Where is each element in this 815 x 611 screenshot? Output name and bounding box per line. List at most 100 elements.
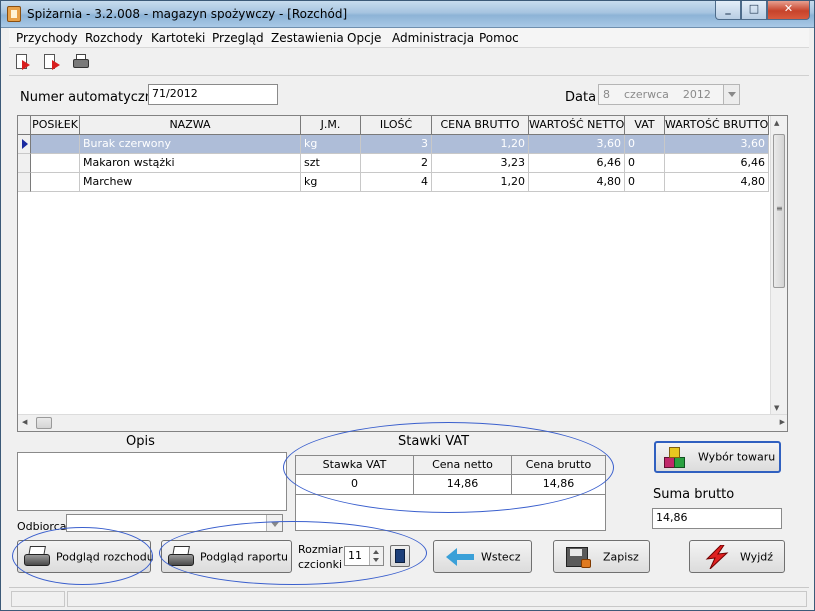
wyjdz-button[interactable]: Wyjdź — [689, 540, 785, 573]
grip-icon: ≡ — [776, 204, 783, 213]
wyjdz-label: Wyjdź — [740, 550, 774, 563]
row-indicator — [18, 173, 31, 192]
menu-zestawienia[interactable]: Zestawienia — [271, 31, 344, 45]
minimize-button[interactable]: _ — [715, 1, 741, 20]
column-wartosc-netto[interactable]: WARTOŚĆ NETTO — [529, 116, 625, 135]
vat-cell-stawka: 0 — [296, 475, 414, 494]
back-arrow-icon — [446, 548, 474, 566]
scroll-down-icon[interactable]: ▼ — [774, 404, 779, 412]
suma-field[interactable]: 14,86 — [652, 508, 782, 529]
date-label: Data — [565, 90, 597, 105]
cell-nazwa[interactable]: Marchew — [80, 173, 301, 192]
cell-wartosc-brutto[interactable]: 3,60 — [665, 135, 769, 154]
cell-cena-brutto[interactable]: 1,20 — [432, 135, 529, 154]
column-vat[interactable]: VAT — [625, 116, 665, 135]
menu-kartoteki[interactable]: Kartoteki — [151, 31, 205, 45]
boxes-icon — [664, 447, 686, 469]
cell-jm[interactable]: kg — [301, 173, 361, 192]
podglad-rozchodu-label: Podgląd rozchodu — [56, 550, 154, 563]
cell-vat[interactable]: 0 — [625, 135, 665, 154]
podglad-raportu-button[interactable]: Podgląd raportu — [161, 540, 292, 573]
cell-posilek[interactable] — [31, 154, 80, 173]
chevron-down-icon[interactable] — [373, 558, 379, 562]
scroll-up-icon[interactable]: ▲ — [774, 119, 779, 127]
close-icon: ✕ — [783, 2, 794, 15]
table-row[interactable]: Burak czerwony kg 3 1,20 3,60 0 3,60 — [18, 135, 769, 154]
date-picker[interactable]: 8 czerwca 2012 — [598, 84, 740, 105]
row-indicator — [18, 154, 31, 173]
export-document-icon[interactable] — [40, 53, 62, 73]
menu-pomoc[interactable]: Pomoc — [479, 31, 519, 45]
horizontal-scrollbar[interactable]: ◀ ▶ — [18, 414, 787, 431]
cell-nazwa[interactable]: Makaron wstążki — [80, 154, 301, 173]
chevron-down-icon[interactable] — [723, 85, 739, 104]
chevron-down-icon[interactable] — [266, 515, 282, 531]
new-document-icon[interactable] — [12, 53, 34, 73]
cell-jm[interactable]: kg — [301, 135, 361, 154]
cell-nazwa[interactable]: Burak czerwony — [80, 135, 301, 154]
wstecz-button[interactable]: Wstecz — [433, 540, 532, 573]
menu-przeglad[interactable]: Przegląd — [212, 31, 264, 45]
column-wartosc-brutto[interactable]: WARTOŚĆ BRUTTO — [665, 116, 769, 135]
cell-wartosc-brutto[interactable]: 4,80 — [665, 173, 769, 192]
cell-wartosc-netto[interactable]: 6,46 — [529, 154, 625, 173]
app-icon[interactable] — [7, 6, 21, 22]
font-size-stepper[interactable]: 11 — [344, 546, 384, 566]
items-grid[interactable]: POSIŁEK NAZWA J.M. ILOŚĆ CENA BRUTTO WAR… — [17, 115, 788, 432]
cell-ilosc[interactable]: 2 — [361, 154, 432, 173]
cell-wartosc-netto[interactable]: 3,60 — [529, 135, 625, 154]
scroll-right-icon[interactable]: ▶ — [780, 418, 785, 426]
vertical-scroll-thumb[interactable]: ≡ — [773, 134, 785, 288]
column-ilosc[interactable]: ILOŚĆ — [361, 116, 432, 135]
menu-przychody[interactable]: Przychody — [16, 31, 78, 45]
horizontal-scroll-thumb[interactable] — [36, 417, 52, 429]
cell-cena-brutto[interactable]: 3,23 — [432, 154, 529, 173]
column-posilek[interactable]: POSIŁEK — [31, 116, 80, 135]
cell-posilek[interactable] — [31, 173, 80, 192]
cell-posilek[interactable] — [31, 135, 80, 154]
cell-vat[interactable]: 0 — [625, 173, 665, 192]
vat-table: Stawka VAT Cena netto Cena brutto 0 14,8… — [295, 455, 606, 495]
menu-administracja[interactable]: Administracja — [392, 31, 474, 45]
podglad-rozchodu-button[interactable]: Podgląd rozchodu — [17, 540, 154, 573]
table-row[interactable]: Makaron wstążki szt 2 3,23 6,46 0 6,46 — [18, 154, 769, 173]
main-window: Spiżarnia - 3.2.008 - magazyn spożywczy … — [0, 0, 815, 611]
cell-ilosc[interactable]: 3 — [361, 135, 432, 154]
cell-wartosc-brutto[interactable]: 6,46 — [665, 154, 769, 173]
cell-cena-brutto[interactable]: 1,20 — [432, 173, 529, 192]
number-field[interactable]: 71/2012 — [148, 84, 278, 105]
column-nazwa[interactable]: NAZWA — [80, 116, 301, 135]
maximize-button[interactable]: □ — [741, 1, 767, 20]
toolbar — [9, 50, 809, 76]
scroll-left-icon[interactable]: ◀ — [22, 418, 27, 426]
opis-field[interactable] — [17, 452, 287, 511]
column-cena-brutto[interactable]: CENA BRUTTO — [432, 116, 529, 135]
wybor-towaru-button[interactable]: Wybór towaru — [654, 441, 781, 473]
grid-header-indicator — [18, 116, 31, 135]
zapisz-button[interactable]: Zapisz — [553, 540, 650, 573]
menu-rozchody[interactable]: Rozchody — [85, 31, 143, 45]
odbiorca-label: Odbiorca — [17, 520, 67, 533]
cell-wartosc-netto[interactable]: 4,80 — [529, 173, 625, 192]
title-bar[interactable]: Spiżarnia - 3.2.008 - magazyn spożywczy … — [1, 1, 814, 28]
row-pointer-icon — [22, 139, 28, 149]
cell-ilosc[interactable]: 4 — [361, 173, 432, 192]
chevron-up-icon[interactable] — [373, 550, 379, 554]
vertical-scrollbar[interactable]: ▲ ≡ ▼ — [770, 116, 787, 415]
table-row[interactable]: Marchew kg 4 1,20 4,80 0 4,80 — [18, 173, 769, 192]
print-icon[interactable] — [70, 53, 92, 73]
suma-label: Suma brutto — [653, 487, 735, 502]
close-button[interactable]: ✕ — [767, 1, 810, 20]
cell-jm[interactable]: szt — [301, 154, 361, 173]
apply-font-button[interactable] — [390, 545, 410, 567]
menu-opcje[interactable]: Opcje — [347, 31, 381, 45]
stepper-buttons[interactable] — [369, 547, 383, 565]
vat-title: Stawki VAT — [398, 434, 470, 449]
font-size-value: 11 — [348, 549, 362, 562]
row-indicator — [18, 135, 31, 154]
number-label: Numer automatyczny — [20, 90, 161, 105]
column-jm[interactable]: J.M. — [301, 116, 361, 135]
odbiorca-combo[interactable] — [66, 514, 283, 532]
cell-vat[interactable]: 0 — [625, 154, 665, 173]
menu-bar: Przychody Rozchody Kartoteki Przegląd Ze… — [9, 28, 809, 48]
